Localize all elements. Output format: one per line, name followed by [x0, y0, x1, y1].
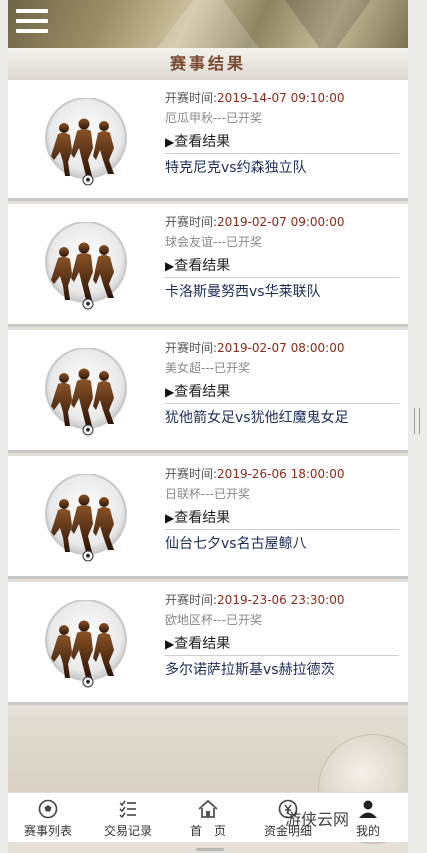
result-info: 开赛时间:2019-26-06 18:00:00 日联杯---已开奖 ▶查看结果…	[165, 464, 399, 556]
result-info: 开赛时间:2019-14-07 09:10:00 厄瓜甲秋---已开奖 ▶查看结…	[165, 88, 399, 180]
view-result-label: 查看结果	[174, 134, 231, 150]
kickoff-time-label: 开赛时间:	[165, 593, 218, 607]
page-title-bar: 赛事结果	[8, 48, 408, 80]
view-result-link[interactable]: ▶查看结果	[165, 380, 399, 404]
kickoff-time: 开赛时间:2019-26-06 18:00:00	[165, 464, 399, 484]
home-indicator	[196, 848, 224, 851]
kickoff-time-value: 2019-02-07 08:00:00	[217, 341, 345, 355]
players-thumbnail	[42, 97, 130, 186]
players-thumbnail	[42, 347, 130, 436]
triangle-right-icon: ▶	[165, 637, 175, 651]
result-card[interactable]: 开赛时间:2019-02-07 08:00:00 美女超---已开奖 ▶查看结果…	[8, 330, 408, 453]
results-list: 开赛时间:2019-14-07 09:10:00 厄瓜甲秋---已开奖 ▶查看结…	[8, 80, 408, 708]
view-result-label: 查看结果	[174, 510, 231, 526]
kickoff-time-value: 2019-26-06 18:00:00	[217, 467, 345, 481]
tab-label: 赛事列表	[23, 824, 72, 838]
kickoff-time: 开赛时间:2019-02-07 08:00:00	[165, 338, 399, 358]
kickoff-time-label: 开赛时间:	[165, 215, 218, 229]
result-card[interactable]: 开赛时间:2019-26-06 18:00:00 日联杯---已开奖 ▶查看结果…	[8, 456, 408, 579]
triangle-right-icon: ▶	[165, 135, 175, 149]
result-info: 开赛时间:2019-23-06 23:30:00 欧地区杯---已开奖 ▶查看结…	[165, 590, 399, 682]
home-icon	[168, 797, 248, 821]
tab-label: 交易记录	[103, 824, 152, 838]
result-card[interactable]: 开赛时间:2019-02-07 09:00:00 球会友谊---已开奖 ▶查看结…	[8, 204, 408, 327]
players-thumbnail	[42, 221, 130, 310]
league-status: 厄瓜甲秋---已开奖	[165, 111, 262, 125]
hamburger-menu-icon[interactable]	[16, 9, 48, 37]
result-card[interactable]: 开赛时间:2019-14-07 09:10:00 厄瓜甲秋---已开奖 ▶查看结…	[8, 80, 408, 201]
kickoff-time-value: 2019-14-07 09:10:00	[217, 91, 345, 105]
triangle-right-icon: ▶	[165, 259, 175, 273]
kickoff-time-label: 开赛时间:	[165, 91, 218, 105]
kickoff-time-label: 开赛时间:	[165, 341, 218, 355]
soccer-ball-icon	[8, 797, 88, 821]
triangle-right-icon: ▶	[165, 511, 175, 525]
tab-transactions[interactable]: 交易记录	[88, 793, 168, 842]
league-status: 欧地区杯---已开奖	[165, 613, 262, 627]
view-result-link[interactable]: ▶查看结果	[165, 130, 399, 154]
match-name-link[interactable]: 犹他箭女足vs犹他红魔鬼女足	[165, 404, 399, 430]
match-name-link[interactable]: 特克尼克vs约森独立队	[165, 154, 399, 180]
result-info: 开赛时间:2019-02-07 08:00:00 美女超---已开奖 ▶查看结果…	[165, 338, 399, 430]
checklist-icon	[88, 797, 168, 821]
app-frame: 赛事结果 开赛时间:2019-14-07 09:10:00 厄瓜甲秋---已开奖…	[8, 0, 408, 853]
result-card[interactable]: 开赛时间:2019-23-06 23:30:00 欧地区杯---已开奖 ▶查看结…	[8, 582, 408, 705]
league-status: 球会友谊---已开奖	[165, 235, 262, 249]
tab-home[interactable]: 首 页	[168, 793, 248, 842]
tab-match-list[interactable]: 赛事列表	[8, 793, 88, 842]
tab-label: 首 页	[189, 824, 226, 838]
view-result-label: 查看结果	[174, 636, 231, 652]
players-thumbnail	[42, 473, 130, 562]
kickoff-time: 开赛时间:2019-02-07 09:00:00	[165, 212, 399, 232]
result-info: 开赛时间:2019-02-07 09:00:00 球会友谊---已开奖 ▶查看结…	[165, 212, 399, 304]
kickoff-time-label: 开赛时间:	[165, 467, 218, 481]
league-status: 日联杯---已开奖	[165, 487, 250, 501]
kickoff-time: 开赛时间:2019-14-07 09:10:00	[165, 88, 399, 108]
top-banner	[8, 0, 408, 48]
bottom-decoration	[8, 716, 408, 844]
view-result-label: 查看结果	[174, 384, 231, 400]
view-result-link[interactable]: ▶查看结果	[165, 254, 399, 278]
view-result-label: 查看结果	[174, 258, 231, 274]
league-status: 美女超---已开奖	[165, 361, 250, 375]
kickoff-time-value: 2019-23-06 23:30:00	[217, 593, 345, 607]
kickoff-time-value: 2019-02-07 09:00:00	[217, 215, 345, 229]
scrollbar-handle[interactable]	[414, 408, 420, 434]
page-title: 赛事结果	[169, 54, 246, 73]
match-name-link[interactable]: 仙台七夕vs名古屋鲸八	[165, 530, 399, 556]
watermark: 游侠云网	[285, 810, 350, 829]
view-result-link[interactable]: ▶查看结果	[165, 506, 399, 530]
kickoff-time: 开赛时间:2019-23-06 23:30:00	[165, 590, 399, 610]
match-name-link[interactable]: 卡洛斯曼努西vs华莱联队	[165, 278, 399, 304]
match-name-link[interactable]: 多尔诺萨拉斯基vs赫拉德茨	[165, 656, 399, 682]
players-thumbnail	[42, 599, 130, 688]
triangle-right-icon: ▶	[165, 385, 175, 399]
view-result-link[interactable]: ▶查看结果	[165, 632, 399, 656]
